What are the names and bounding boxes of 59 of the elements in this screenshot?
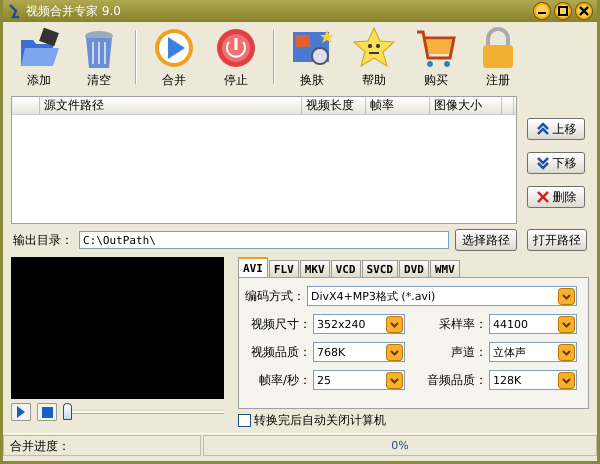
- toolbar-button[interactable]: 注册: [467, 24, 529, 90]
- dropdown[interactable]: 352x240: [313, 314, 405, 334]
- delete-button[interactable]: 删除: [527, 186, 585, 208]
- column-header[interactable]: 源文件路径: [40, 97, 302, 114]
- format-tab[interactable]: MKV: [300, 260, 330, 277]
- stop-button[interactable]: [37, 403, 57, 421]
- close-button[interactable]: [575, 2, 593, 20]
- toolbar-button[interactable]: 停止: [205, 24, 267, 90]
- dropdown[interactable]: 768K: [313, 342, 405, 362]
- format-tab[interactable]: SVCD: [362, 260, 398, 277]
- field-label: 声道：: [451, 344, 487, 360]
- field-label: 编码方式：: [245, 288, 305, 304]
- open-folder-button[interactable]: 打开路径: [527, 229, 587, 251]
- format-tab[interactable]: DVD: [399, 260, 429, 277]
- dropdown[interactable]: 25: [313, 370, 405, 390]
- slider-thumb[interactable]: [63, 403, 72, 420]
- field-label: 帧率/秒：: [258, 372, 311, 388]
- window-title: 视频合并专家 9.0: [26, 2, 121, 20]
- dropdown[interactable]: 立体声: [489, 342, 577, 362]
- toolbar-button[interactable]: 购买: [405, 24, 467, 90]
- maximize-button[interactable]: [554, 2, 572, 20]
- minimize-button[interactable]: [533, 2, 551, 20]
- format-tab[interactable]: WMV: [430, 260, 460, 277]
- checkbox-label: 转换完后自动关闭计算机: [254, 412, 386, 429]
- stop-icon: [40, 406, 54, 418]
- toolbar-button[interactable]: 合并: [143, 24, 205, 90]
- dropdown[interactable]: 128K: [489, 370, 577, 390]
- output-label: 输出目录：: [13, 232, 73, 248]
- down-button[interactable]: 下移: [527, 152, 585, 174]
- field-label: 音频品质：: [427, 372, 487, 388]
- app-icon: [7, 3, 21, 19]
- double-chevron-down-icon: [536, 155, 550, 171]
- format-tab[interactable]: AVI: [238, 257, 268, 277]
- output-path-field[interactable]: C:\OutPath\: [79, 231, 449, 249]
- toolbar-button[interactable]: 帮助: [343, 24, 405, 90]
- field-label: 视频尺寸：: [251, 316, 311, 332]
- toolbar-button[interactable]: 换肤: [281, 24, 343, 90]
- column-header[interactable]: 帧率: [366, 97, 430, 114]
- format-tab[interactable]: VCD: [330, 260, 360, 277]
- up-button[interactable]: 上移: [527, 118, 585, 140]
- column-header[interactable]: 图像大小: [430, 97, 502, 114]
- power-icon: [214, 26, 258, 70]
- dropdown[interactable]: 44100: [489, 314, 577, 334]
- double-chevron-up-icon: [536, 121, 550, 137]
- field-label: 采样率：: [439, 316, 487, 332]
- checkbox[interactable]: [238, 414, 251, 427]
- dropdown[interactable]: DivX4+MP3格式 (*.avi): [307, 286, 577, 306]
- field-label: 视频品质：: [251, 344, 311, 360]
- toolbar-button[interactable]: 添加: [9, 24, 69, 90]
- progress-text: 0%: [391, 439, 409, 452]
- play-icon: [15, 405, 27, 419]
- format-tab[interactable]: FLV: [268, 260, 299, 277]
- play-button[interactable]: [11, 403, 31, 421]
- browse-button[interactable]: 选择路径: [455, 229, 517, 251]
- progress-label: 合并进度：: [3, 435, 201, 456]
- cross-icon: [536, 189, 550, 205]
- play-icon: [152, 26, 196, 70]
- column-header[interactable]: 视频长度: [302, 97, 366, 114]
- toolbar-button[interactable]: 清空: [69, 24, 129, 90]
